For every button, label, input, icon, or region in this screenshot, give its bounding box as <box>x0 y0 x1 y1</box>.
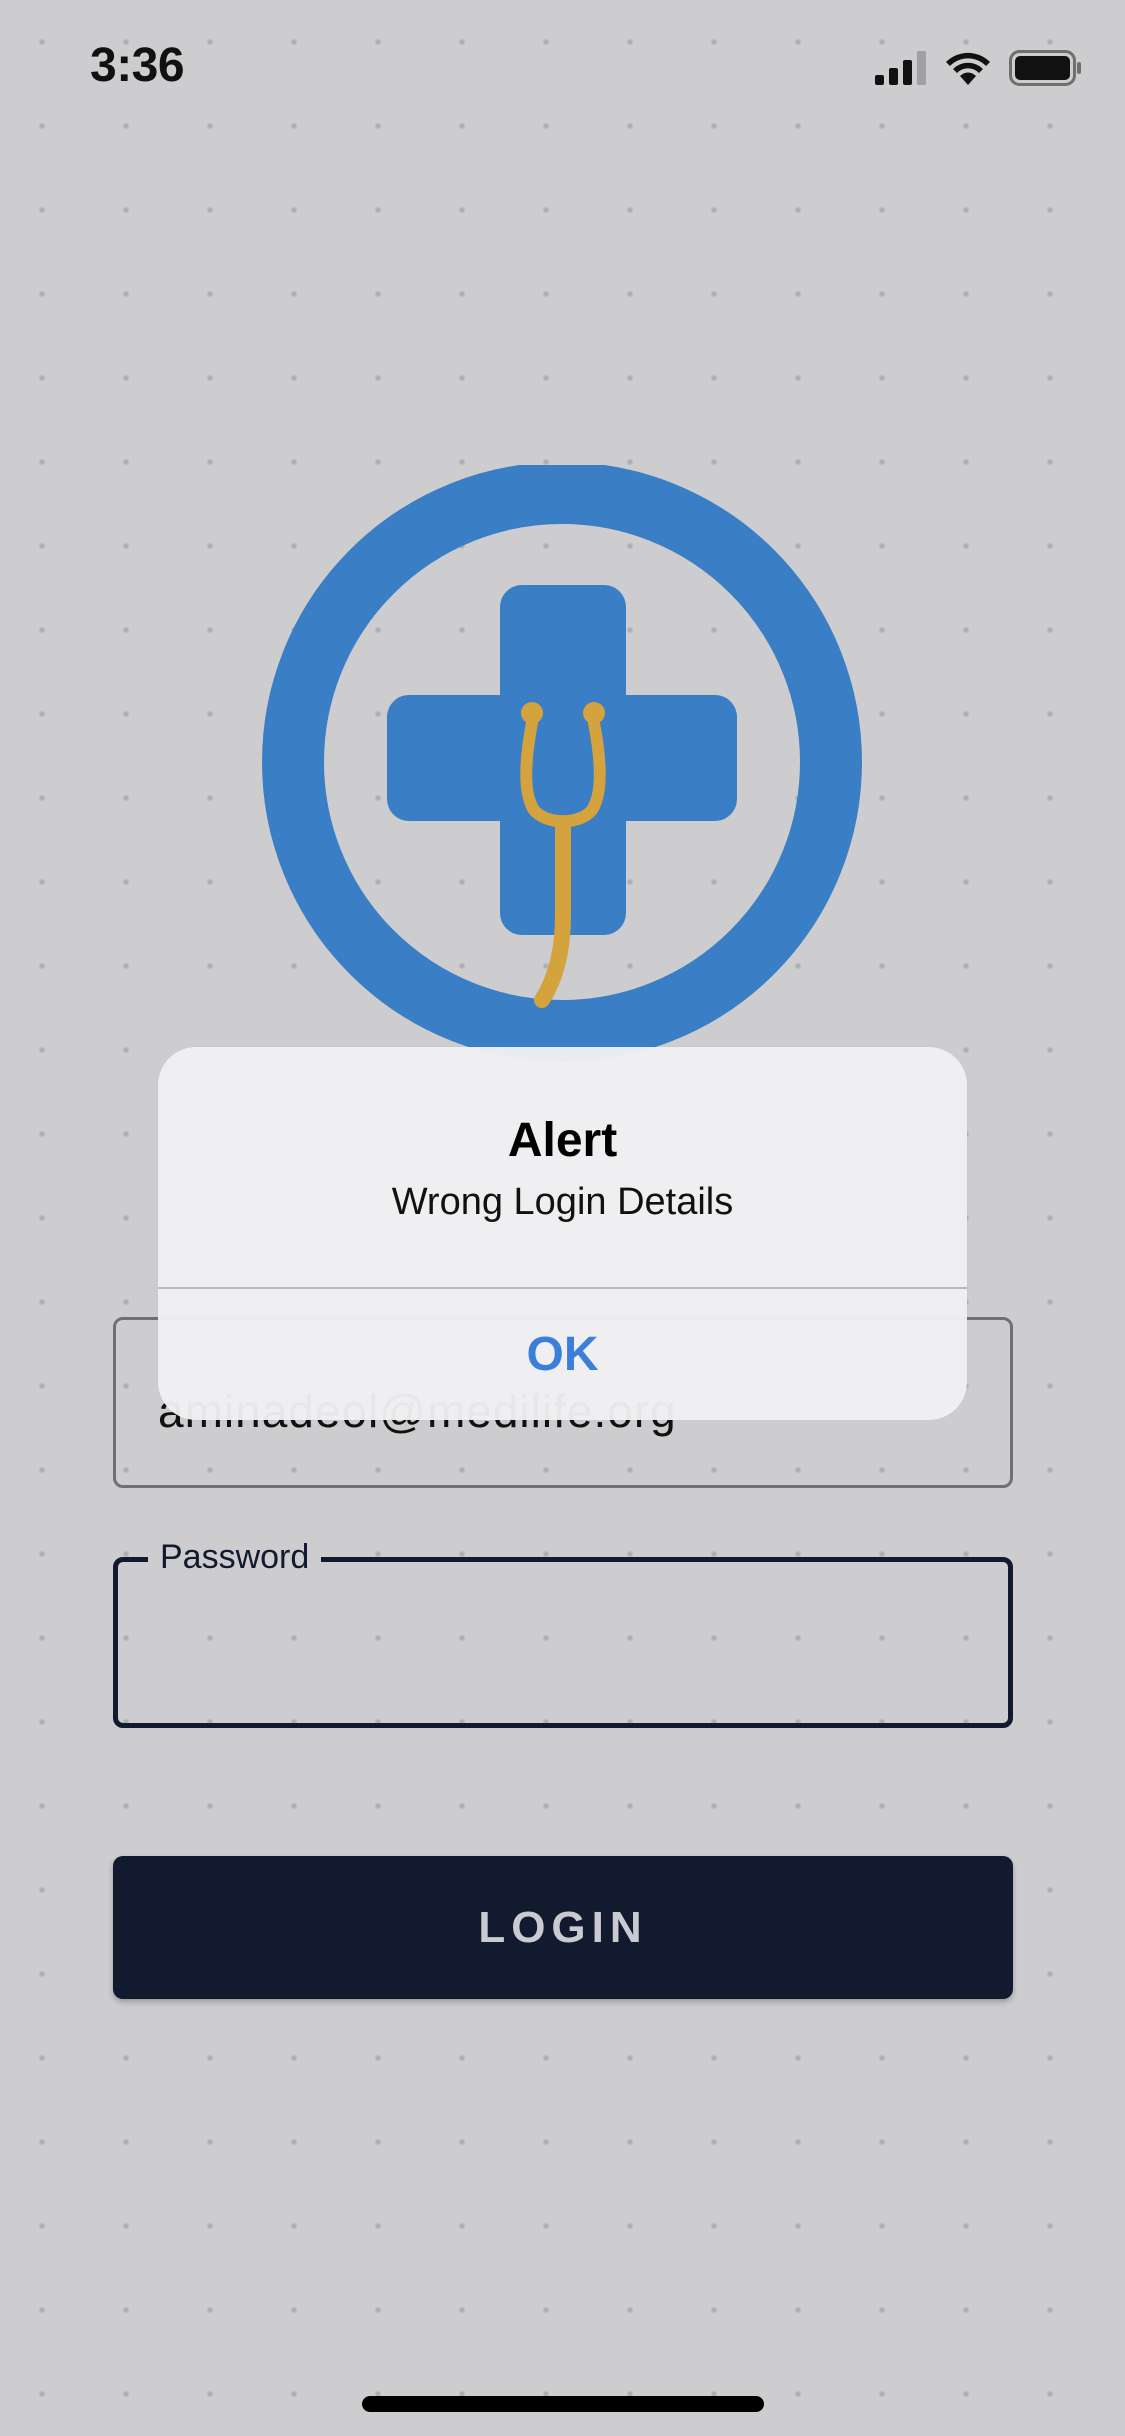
battery-icon <box>1009 50 1081 86</box>
status-icons <box>875 48 1083 88</box>
login-button-label: LOGIN <box>478 1902 648 1952</box>
password-field-legend: Password <box>148 1538 322 1577</box>
alert-title: Alert <box>507 1114 618 1167</box>
password-field[interactable]: Password <box>113 1538 1013 1728</box>
status-bar: 3:36 <box>0 0 1125 140</box>
wifi-icon <box>946 52 990 85</box>
alert-dialog: Alert Wrong Login Details OK <box>158 1047 967 1420</box>
cellular-signal-icon <box>875 51 926 85</box>
login-button[interactable]: LOGIN <box>113 1856 1013 1999</box>
home-indicator[interactable] <box>362 2396 764 2412</box>
medical-cross-stethoscope-icon <box>262 462 862 1062</box>
alert-ok-button[interactable]: OK <box>158 1289 967 1420</box>
alert-message: Wrong Login Details <box>391 1181 734 1223</box>
app-logo <box>262 462 862 1065</box>
status-time: 3:36 <box>90 39 185 92</box>
